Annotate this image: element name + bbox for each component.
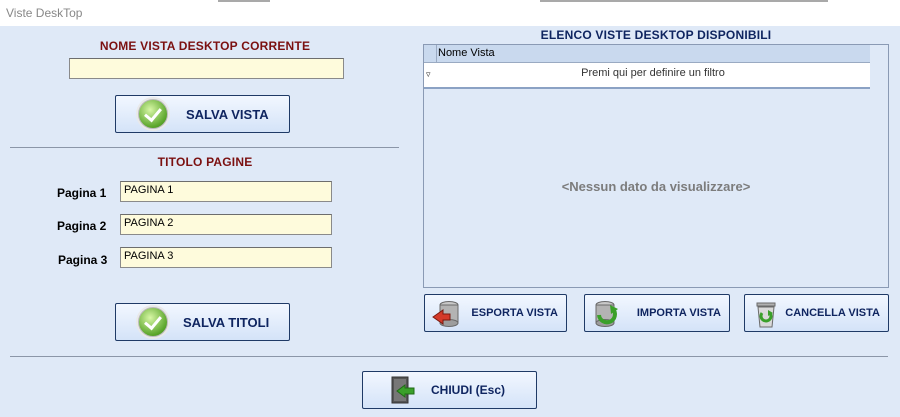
page-2-title-input[interactable]: PAGINA 2 [120, 214, 332, 235]
bottom-divider [10, 356, 888, 357]
database-import-icon [591, 299, 621, 329]
page-2-label: Pagina 2 [57, 219, 107, 233]
recycle-bin-icon [751, 299, 781, 329]
export-view-button[interactable]: ESPORTA VISTA [424, 294, 567, 332]
titlebar-accent-right [540, 0, 828, 2]
grid-header-corner [424, 45, 437, 62]
delete-view-button[interactable]: CANCELLA VISTA [744, 294, 889, 332]
page-titles-heading: TITOLO PAGINE [157, 155, 253, 169]
grid-filter-row[interactable]: ▿ Premi qui per definire un filtro [424, 63, 870, 89]
check-icon [138, 307, 168, 337]
close-button[interactable]: CHIUDI (Esc) [362, 371, 537, 409]
views-grid[interactable]: Nome Vista ▿ Premi qui per definire un f… [423, 44, 889, 288]
import-view-button[interactable]: IMPORTA VISTA [584, 294, 730, 332]
window-title: Viste DeskTop [6, 6, 83, 20]
close-label: CHIUDI (Esc) [431, 383, 506, 397]
export-view-label: ESPORTA VISTA [471, 307, 558, 319]
database-export-icon [431, 299, 461, 329]
page-1-label: Pagina 1 [57, 186, 107, 200]
page-3-title-input[interactable]: PAGINA 3 [120, 247, 332, 268]
views-list-heading: ELENCO VISTE DESKTOP DISPONIBILI [540, 28, 772, 42]
grid-empty-message: <Nessun dato da visualizzare> [561, 179, 751, 194]
page-3-label: Pagina 3 [58, 253, 108, 267]
window-titlebar: Viste DeskTop [0, 0, 900, 26]
save-titles-button[interactable]: SALVA TITOLI [115, 303, 290, 341]
grid-header: Nome Vista [424, 45, 870, 63]
save-view-label: SALVA VISTA [186, 106, 269, 122]
check-icon [138, 99, 168, 129]
page-1-title-input[interactable]: PAGINA 1 [120, 181, 332, 202]
titlebar-accent-left [218, 0, 270, 2]
exit-door-icon [389, 375, 417, 405]
filter-row-text: Premi qui per definire un filtro [581, 67, 725, 79]
delete-view-label: CANCELLA VISTA [785, 307, 880, 319]
filter-icon: ▿ [426, 70, 431, 80]
current-view-heading: NOME VISTA DESKTOP CORRENTE [99, 39, 311, 53]
save-titles-label: SALVA TITOLI [183, 314, 270, 330]
left-divider [10, 147, 399, 148]
save-view-button[interactable]: SALVA VISTA [115, 95, 290, 133]
current-view-name-input[interactable] [69, 58, 344, 79]
import-view-label: IMPORTA VISTA [636, 307, 721, 319]
column-header-nome-vista[interactable]: Nome Vista [438, 47, 495, 59]
